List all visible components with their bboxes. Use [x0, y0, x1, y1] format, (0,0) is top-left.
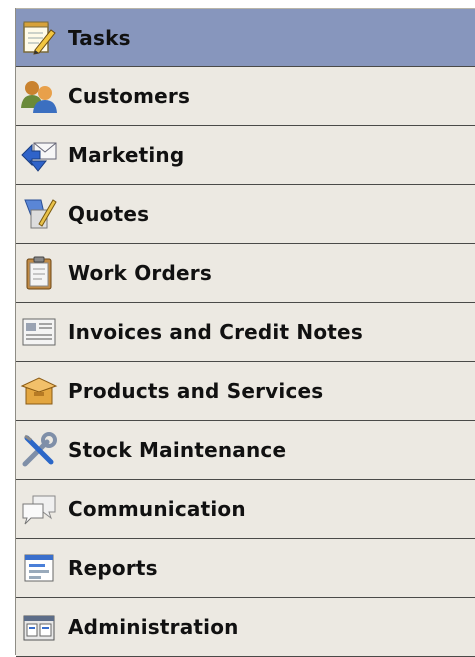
nav-item-invoices[interactable]: Invoices and Credit Notes	[16, 303, 475, 362]
nav-item-label: Customers	[68, 84, 191, 108]
nav-item-label: Marketing	[68, 143, 185, 167]
nav-item-work-orders[interactable]: Work Orders	[16, 244, 475, 303]
nav-item-reports[interactable]: Reports	[16, 539, 475, 598]
box-icon	[19, 371, 59, 411]
mail-arrows-icon	[19, 135, 59, 175]
sidebar-nav: Tasks Customers Marketing Quotes Work Or…	[15, 8, 475, 657]
nav-item-label: Products and Services	[68, 379, 324, 403]
nav-item-label: Reports	[68, 556, 158, 580]
nav-item-quotes[interactable]: Quotes	[16, 185, 475, 244]
nav-item-marketing[interactable]: Marketing	[16, 126, 475, 185]
nav-item-customers[interactable]: Customers	[16, 67, 475, 126]
nav-item-label: Work Orders	[68, 261, 212, 285]
nav-item-tasks[interactable]: Tasks	[16, 8, 475, 67]
nav-item-label: Invoices and Credit Notes	[68, 320, 363, 344]
clipboard-icon	[19, 253, 59, 293]
notepad-pencil-icon	[19, 18, 59, 58]
wrench-screwdriver-icon	[19, 430, 59, 470]
invoice-icon	[19, 312, 59, 352]
speech-bubbles-icon	[19, 489, 59, 529]
admin-window-icon	[19, 607, 59, 647]
nav-item-administration[interactable]: Administration	[16, 598, 475, 657]
nav-item-communication[interactable]: Communication	[16, 480, 475, 539]
nav-item-products[interactable]: Products and Services	[16, 362, 475, 421]
nav-item-stock-maintenance[interactable]: Stock Maintenance	[16, 421, 475, 480]
nav-item-label: Quotes	[68, 202, 150, 226]
people-icon	[19, 76, 59, 116]
clipboard-pencil-icon	[19, 194, 59, 234]
report-window-icon	[19, 548, 59, 588]
nav-item-label: Stock Maintenance	[68, 438, 287, 462]
nav-item-label: Tasks	[68, 25, 131, 50]
nav-item-label: Administration	[68, 615, 239, 639]
nav-item-label: Communication	[68, 497, 246, 521]
